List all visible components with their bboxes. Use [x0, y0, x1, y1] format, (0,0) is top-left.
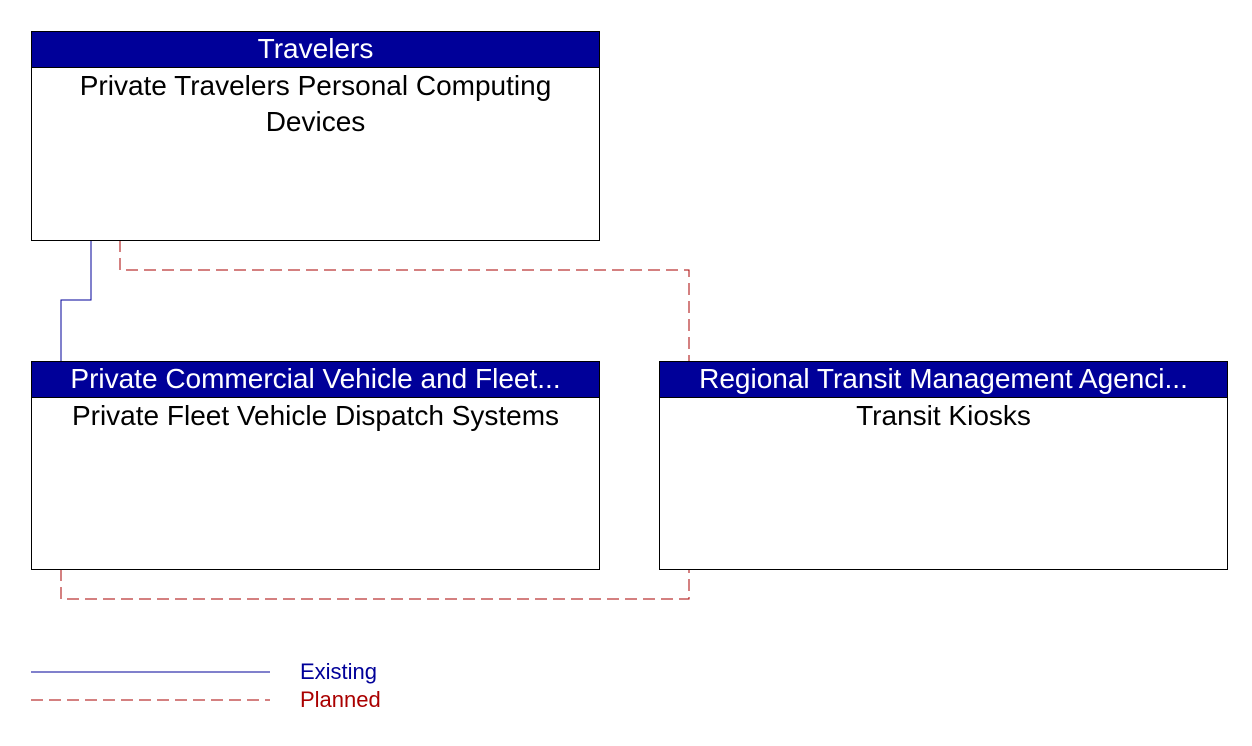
link-travelers-kiosks-planned	[119, 240, 690, 361]
link-travelers-fleet-existing	[60, 240, 92, 361]
link-fleet-kiosks-planned	[60, 569, 690, 600]
node-body: Transit Kiosks	[856, 400, 1031, 431]
node-body: Private Fleet Vehicle Dispatch Systems	[71, 400, 560, 431]
node-fleet[interactable]: Private Commercial Vehicle and Fleet... …	[31, 361, 600, 570]
node-travelers[interactable]: Travelers Private Travelers Personal Com…	[31, 31, 600, 241]
node-kiosks[interactable]: Regional Transit Management Agenci... Tr…	[659, 361, 1228, 570]
node-header: Regional Transit Management Agenci...	[660, 362, 1227, 398]
legend-existing-label: Existing	[300, 659, 378, 684]
node-body: Private Travelers Personal Computing Dev…	[79, 70, 552, 137]
legend-planned-label: Planned	[300, 687, 381, 712]
node-header: Travelers	[32, 32, 599, 68]
node-header: Private Commercial Vehicle and Fleet...	[32, 362, 599, 398]
